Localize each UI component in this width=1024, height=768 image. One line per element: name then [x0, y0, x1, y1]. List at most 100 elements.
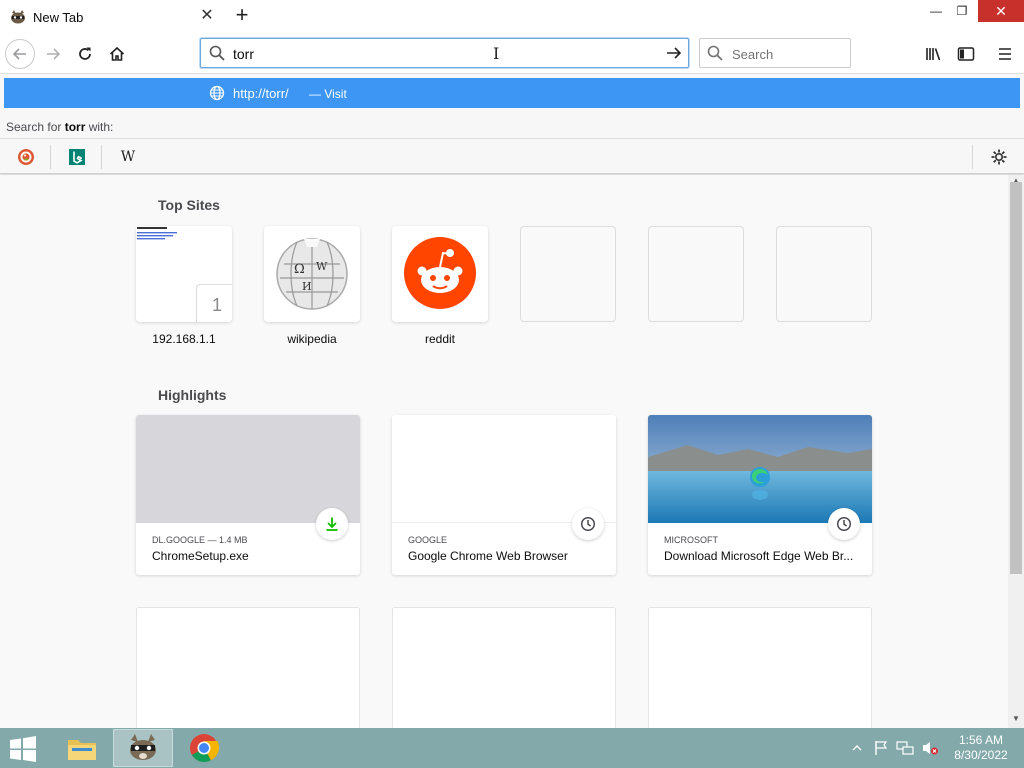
home-icon	[109, 46, 125, 61]
highlight-placeholder	[392, 607, 616, 728]
history-clock-icon	[828, 508, 860, 540]
reload-button[interactable]	[70, 39, 100, 69]
download-icon	[316, 508, 348, 540]
home-button[interactable]	[102, 39, 132, 69]
library-icon	[926, 48, 941, 61]
wikipedia-globe-icon: Ω W И	[276, 238, 348, 310]
search-bar[interactable]: Search	[699, 38, 851, 68]
top-site-thumbnail	[392, 226, 488, 322]
globe-icon	[209, 85, 225, 104]
empty-tile	[520, 226, 616, 322]
suggestion-url: http://torr/	[233, 86, 289, 101]
search-engine-row: W	[0, 138, 1024, 174]
clock-date: 8/30/2022	[954, 748, 1008, 762]
top-site-tile[interactable]: Ω W И wikipedia	[264, 226, 360, 346]
back-arrow-icon	[12, 48, 26, 60]
scroll-down-arrow-icon[interactable]: ▼	[1008, 714, 1024, 726]
top-site-thumbnail: Ω W И	[264, 226, 360, 322]
tab-close-icon[interactable]: ✕	[199, 8, 215, 24]
highlight-title: ChromeSetup.exe	[152, 549, 249, 563]
top-site-label: wikipedia	[287, 332, 337, 346]
hamburger-menu-icon	[999, 48, 1011, 60]
search-for-label: Search for torr with:	[6, 120, 113, 134]
highlight-title: Download Microsoft Edge Web Br...	[664, 549, 854, 563]
svg-text:И: И	[302, 280, 312, 293]
top-site-label: reddit	[424, 332, 456, 346]
tab-strip: New Tab ✕ + — ❐ ✕	[0, 0, 1024, 34]
text-cursor-icon: I	[493, 44, 500, 63]
back-button[interactable]	[5, 39, 35, 69]
url-bar[interactable]: torr I	[200, 38, 689, 68]
suggestion-action: — Visit	[309, 87, 347, 101]
url-input[interactable]: torr	[233, 46, 254, 62]
tray-overflow-chevron-icon[interactable]	[850, 738, 864, 758]
tab-title: New Tab	[33, 9, 84, 25]
highlight-source: DL.GOOGLE — 1.4 MB	[152, 535, 248, 545]
new-tab-page: Top Sites 1 192.168.1.1 Ω W И wikipedia	[0, 175, 1008, 728]
highlight-placeholder	[648, 607, 872, 728]
nav-toolbar: torr I Search	[0, 34, 1024, 74]
highlights-heading: Highlights	[158, 387, 227, 403]
window-close-button[interactable]: ✕	[978, 0, 1024, 22]
windows-taskbar: 1:56 AM 8/30/2022	[0, 728, 1024, 768]
top-site-placeholder	[648, 226, 744, 322]
windows-start-icon[interactable]	[8, 736, 40, 762]
top-site-tile[interactable]: reddit	[392, 226, 488, 346]
engine-separator	[50, 145, 51, 169]
search-for-prefix: Search for	[6, 120, 65, 134]
window-restore-button[interactable]: ❐	[946, 0, 978, 22]
forward-button[interactable]	[38, 39, 68, 69]
raccoon-favicon-icon	[10, 10, 26, 24]
go-arrow-icon[interactable]	[665, 44, 683, 65]
highlight-placeholder	[136, 607, 360, 728]
volume-muted-icon[interactable]	[920, 738, 940, 758]
highlight-card[interactable]: GOOGLE Google Chrome Web Browser	[392, 415, 616, 575]
url-suggestions-popup: http://torr/ — Visit Search for torr wit…	[0, 74, 1024, 174]
chrome-taskbar-icon[interactable]	[174, 729, 234, 767]
top-site-thumbnail: 1	[136, 226, 232, 322]
sidebar-button[interactable]	[951, 39, 981, 69]
scrollbar-thumb[interactable]	[1010, 182, 1022, 574]
library-button[interactable]	[919, 39, 949, 69]
wikipedia-icon[interactable]: W	[118, 147, 138, 167]
empty-tile	[776, 226, 872, 322]
highlight-source: MICROSOFT	[664, 535, 718, 545]
file-explorer-taskbar-icon[interactable]	[52, 729, 112, 767]
taskbar-clock[interactable]: 1:56 AM 8/30/2022	[948, 733, 1014, 763]
highlight-card[interactable]: MICROSOFT Download Microsoft Edge Web Br…	[648, 415, 872, 575]
history-clock-icon	[572, 508, 604, 540]
new-tab-button[interactable]: +	[230, 4, 254, 28]
action-center-flag-icon[interactable]	[872, 738, 890, 758]
sidebar-icon	[957, 47, 975, 61]
top-site-tile[interactable]: 1 192.168.1.1	[136, 226, 232, 346]
menu-button[interactable]	[990, 39, 1020, 69]
highlight-card[interactable]: DL.GOOGLE — 1.4 MB ChromeSetup.exe	[136, 415, 360, 575]
top-site-label: 192.168.1.1	[152, 332, 216, 346]
engine-separator	[101, 145, 102, 169]
search-for-suffix: with:	[85, 120, 114, 134]
search-icon	[209, 45, 225, 64]
network-icon[interactable]	[896, 738, 914, 758]
forward-arrow-icon	[47, 48, 61, 60]
svg-text:Ω: Ω	[294, 262, 305, 277]
highlight-title: Google Chrome Web Browser	[408, 549, 568, 563]
search-icon	[707, 45, 723, 64]
svg-text:W: W	[316, 260, 328, 273]
duckduckgo-icon[interactable]	[16, 147, 36, 167]
reload-icon	[79, 47, 91, 60]
suggestion-visit-row[interactable]: http://torr/ — Visit	[4, 78, 1020, 108]
clock-time: 1:56 AM	[958, 733, 1004, 747]
engine-separator	[972, 145, 973, 169]
search-input[interactable]: Search	[732, 47, 773, 62]
tab-new-tab[interactable]: New Tab ✕	[0, 0, 225, 34]
tile-count-badge: 1	[196, 284, 232, 322]
top-sites-heading: Top Sites	[158, 197, 220, 213]
search-for-term: torr	[64, 120, 86, 134]
search-settings-gear-icon[interactable]	[989, 147, 1009, 167]
highlight-thumbnail	[136, 415, 360, 523]
empty-tile	[648, 226, 744, 322]
top-site-placeholder	[520, 226, 616, 322]
raccoon-browser-taskbar-icon[interactable]	[113, 729, 173, 767]
bing-icon[interactable]	[67, 147, 87, 167]
highlight-thumbnail	[392, 415, 616, 523]
